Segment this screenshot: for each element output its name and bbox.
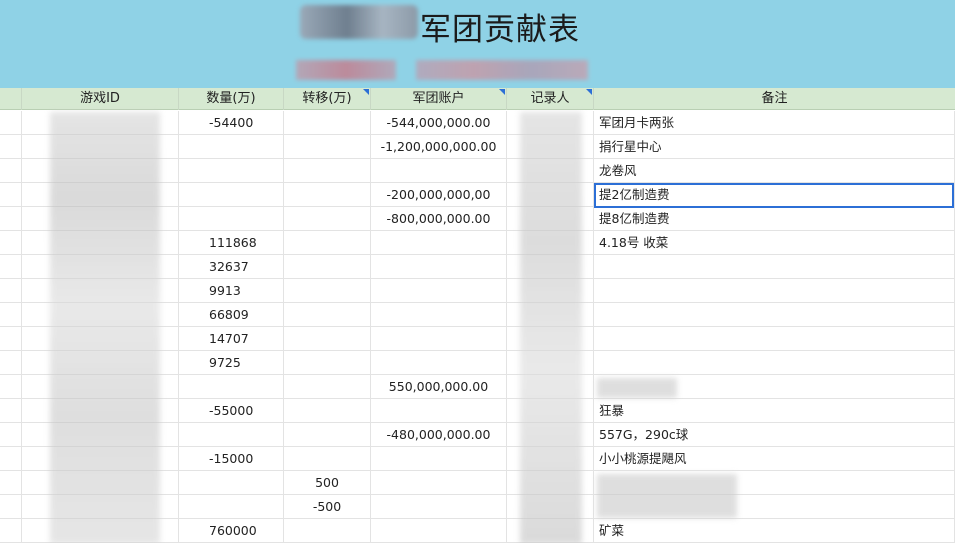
transfer-cell[interactable] — [284, 375, 371, 399]
header-transfer[interactable]: 转移(万) — [284, 88, 371, 110]
transfer-cell[interactable] — [284, 255, 371, 279]
quantity-cell[interactable] — [179, 183, 284, 207]
transfer-cell[interactable] — [284, 303, 371, 327]
transfer-cell[interactable] — [284, 327, 371, 351]
account-cell[interactable]: -800,000,000.00 — [371, 207, 507, 231]
quantity-cell[interactable]: 32637 — [179, 255, 284, 279]
note-cell[interactable] — [594, 279, 955, 303]
account-cell[interactable] — [371, 519, 507, 543]
quantity-cell[interactable]: -54400 — [179, 111, 284, 135]
note-cell[interactable]: 4.18号 收菜 — [594, 231, 955, 255]
quantity-cell[interactable] — [179, 207, 284, 231]
quantity-cell[interactable]: -55000 — [179, 399, 284, 423]
account-cell[interactable] — [371, 471, 507, 495]
account-cell[interactable] — [371, 327, 507, 351]
header-account[interactable]: 军团账户 — [371, 88, 507, 110]
header-recorder-label: 记录人 — [530, 91, 570, 106]
quantity-cell[interactable] — [179, 495, 284, 519]
transfer-cell[interactable] — [284, 447, 371, 471]
redacted-subtitle-1 — [296, 60, 396, 80]
quantity-cell[interactable]: 111868 — [179, 231, 284, 255]
quantity-cell[interactable] — [179, 159, 284, 183]
account-cell[interactable] — [371, 231, 507, 255]
account-cell[interactable]: -480,000,000.00 — [371, 423, 507, 447]
account-cell[interactable]: -544,000,000.00 — [371, 111, 507, 135]
account-cell[interactable] — [371, 399, 507, 423]
redacted-title-prefix — [300, 5, 418, 39]
transfer-cell[interactable] — [284, 207, 371, 231]
row-number-header[interactable] — [0, 88, 22, 110]
header-quantity[interactable]: 数量(万) — [179, 88, 284, 110]
note-cell[interactable]: 提2亿制造费 — [594, 183, 955, 207]
note-cell[interactable] — [594, 255, 955, 279]
note-cell[interactable]: 提8亿制造费 — [594, 207, 955, 231]
note-cell[interactable]: 557G，290c球 — [594, 423, 955, 447]
note-cell[interactable]: 狂暴 — [594, 399, 955, 423]
quantity-cell[interactable]: 14707 — [179, 327, 284, 351]
quantity-cell[interactable] — [179, 135, 284, 159]
redacted-game-ids — [50, 112, 160, 543]
quantity-cell[interactable] — [179, 423, 284, 447]
transfer-cell[interactable] — [284, 231, 371, 255]
transfer-cell[interactable]: -500 — [284, 495, 371, 519]
account-cell[interactable] — [371, 351, 507, 375]
redacted-note-2 — [597, 474, 737, 518]
account-cell[interactable] — [371, 495, 507, 519]
account-cell[interactable] — [371, 255, 507, 279]
quantity-cell[interactable] — [179, 375, 284, 399]
note-cell[interactable]: 捐行星中心 — [594, 135, 955, 159]
account-cell[interactable] — [371, 159, 507, 183]
transfer-cell[interactable] — [284, 135, 371, 159]
account-cell[interactable]: -200,000,000,00 — [371, 183, 507, 207]
quantity-cell[interactable]: 760000 — [179, 519, 284, 543]
filter-marker-icon[interactable] — [363, 89, 369, 95]
header-transfer-label: 转移(万) — [302, 91, 352, 106]
header-note[interactable]: 备注 — [594, 88, 955, 110]
quantity-cell[interactable]: -15000 — [179, 447, 284, 471]
quantity-cell[interactable]: 9913 — [179, 279, 284, 303]
transfer-cell[interactable] — [284, 399, 371, 423]
filter-marker-icon[interactable] — [499, 89, 505, 95]
title-banner: 军团贡献表 — [0, 0, 955, 88]
transfer-cell[interactable] — [284, 159, 371, 183]
note-cell[interactable] — [594, 351, 955, 375]
transfer-cell[interactable] — [284, 183, 371, 207]
transfer-cell[interactable] — [284, 279, 371, 303]
account-cell[interactable] — [371, 279, 507, 303]
note-cell[interactable]: 小小桃源提飓风 — [594, 447, 955, 471]
transfer-cell[interactable]: 500 — [284, 471, 371, 495]
transfer-cell[interactable] — [284, 423, 371, 447]
redacted-recorders — [520, 112, 582, 543]
note-cell[interactable]: 军团月卡两张 — [594, 111, 955, 135]
quantity-cell[interactable]: 9725 — [179, 351, 284, 375]
note-cell[interactable] — [594, 303, 955, 327]
account-cell[interactable] — [371, 447, 507, 471]
header-account-label: 军团账户 — [412, 91, 465, 106]
filter-marker-icon[interactable] — [586, 89, 592, 95]
note-cell[interactable]: 矿菜 — [594, 519, 955, 543]
account-cell[interactable] — [371, 303, 507, 327]
transfer-cell[interactable] — [284, 111, 371, 135]
quantity-cell[interactable] — [179, 471, 284, 495]
account-cell[interactable]: 550,000,000.00 — [371, 375, 507, 399]
redacted-note-1 — [597, 378, 677, 398]
sheet-title: 军团贡献表 — [420, 12, 580, 48]
note-cell[interactable] — [594, 327, 955, 351]
account-cell[interactable]: -1,200,000,000.00 — [371, 135, 507, 159]
redacted-subtitle-2 — [416, 60, 588, 80]
quantity-cell[interactable]: 66809 — [179, 303, 284, 327]
transfer-cell[interactable] — [284, 351, 371, 375]
column-header-row: 游戏ID 数量(万) 转移(万) 军团账户 记录人 备注 — [0, 88, 955, 110]
note-cell[interactable]: 龙卷风 — [594, 159, 955, 183]
header-game-id[interactable]: 游戏ID — [22, 88, 179, 110]
transfer-cell[interactable] — [284, 519, 371, 543]
header-recorder[interactable]: 记录人 — [507, 88, 594, 110]
